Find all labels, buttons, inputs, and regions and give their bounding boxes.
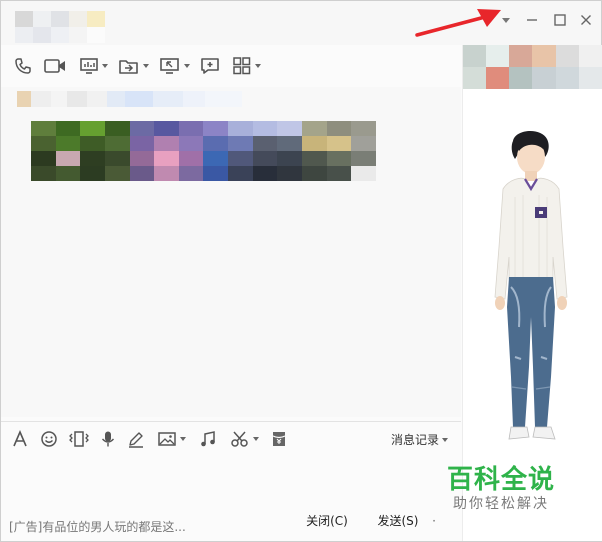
send-button[interactable]: 发送(S) <box>363 509 433 533</box>
doodle-icon[interactable] <box>127 429 145 449</box>
watermark-title: 百科全说 <box>447 465 556 495</box>
bottom-bar: [广告]有品位的男人玩的都是这... 关闭(C) 发送(S) · <box>1 505 461 541</box>
chat-window: 消息记录 [广告]有品位的男人玩的都是这... 关闭(C) 发送(S) · 百科… <box>0 0 602 542</box>
watermark-logo: 百科全说 助你轻松解决 <box>427 449 577 521</box>
input-toolbar: 消息记录 <box>1 425 461 453</box>
chevron-down-icon[interactable] <box>497 11 515 29</box>
vibrate-window-icon[interactable] <box>67 429 91 449</box>
apps-grid-icon[interactable] <box>232 55 261 77</box>
message-input[interactable] <box>1 453 461 505</box>
music-icon[interactable] <box>199 429 217 449</box>
emoji-icon[interactable] <box>40 429 58 449</box>
avatar-show-figure[interactable] <box>481 127 581 449</box>
maximize-icon[interactable] <box>551 11 569 29</box>
phone-icon[interactable] <box>13 55 33 77</box>
video-call-icon[interactable] <box>43 55 67 77</box>
contact-avatar-blurred[interactable] <box>15 11 105 43</box>
input-divider <box>1 421 461 422</box>
annotation-arrow <box>415 9 501 37</box>
font-icon[interactable] <box>11 429 29 449</box>
group-chat-icon[interactable] <box>200 55 220 77</box>
remote-desktop-icon[interactable] <box>159 55 190 77</box>
chat-toolbar <box>1 49 461 83</box>
file-transfer-icon[interactable] <box>118 55 149 77</box>
ad-link[interactable]: [广告]有品位的男人玩的都是这... <box>9 518 186 535</box>
voice-icon[interactable] <box>99 429 117 449</box>
history-caret-icon <box>442 437 449 442</box>
minimize-icon[interactable] <box>523 11 541 29</box>
screenshot-scissors-icon[interactable] <box>230 429 259 449</box>
image-icon[interactable] <box>157 429 186 449</box>
close-button[interactable]: 关闭(C) <box>293 509 361 533</box>
message-history-link[interactable]: 消息记录 <box>391 431 449 448</box>
title-bar <box>1 1 601 45</box>
message-history-label: 消息记录 <box>391 433 440 447</box>
watermark-subtitle: 助你轻松解决 <box>453 496 549 512</box>
screen-share-icon[interactable] <box>79 55 108 77</box>
chat-history[interactable] <box>1 87 461 417</box>
red-packet-icon[interactable] <box>271 429 287 449</box>
blurred-message <box>17 91 377 183</box>
close-icon[interactable] <box>577 11 595 29</box>
contact-info-blurred <box>463 45 602 89</box>
